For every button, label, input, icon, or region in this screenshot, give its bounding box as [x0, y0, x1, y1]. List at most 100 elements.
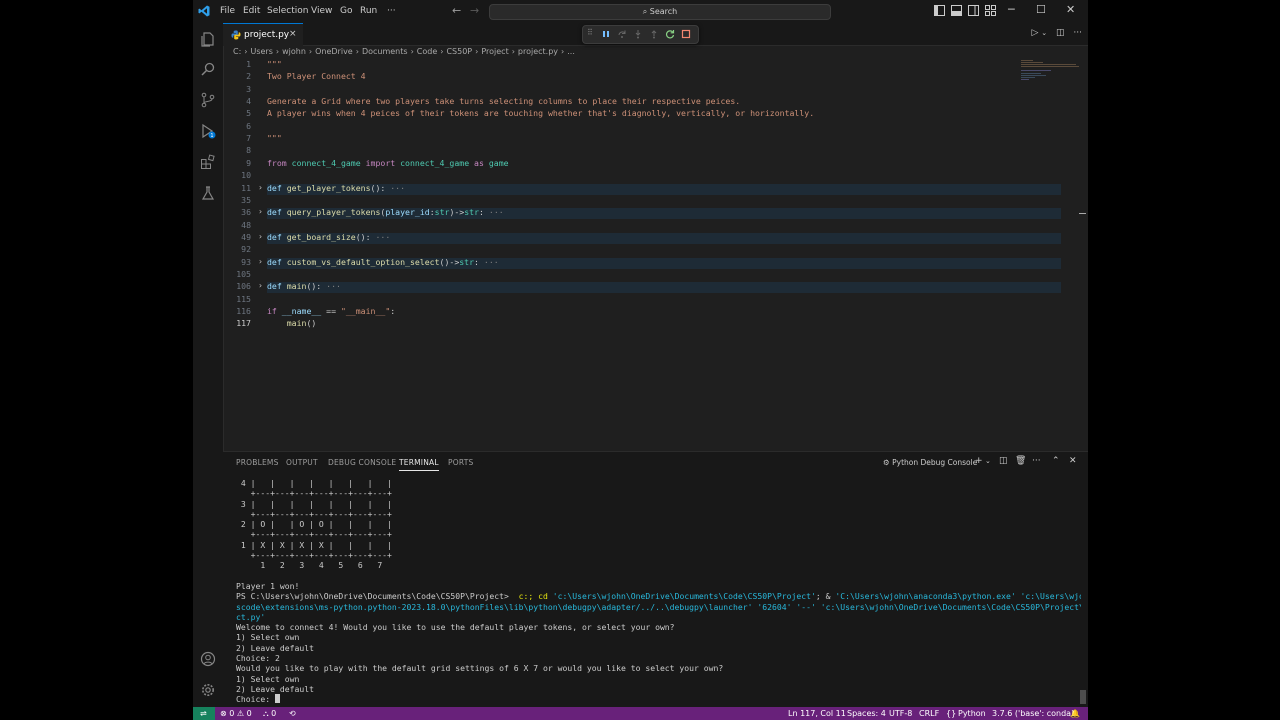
breadcrumb-segment[interactable]: Project — [481, 47, 508, 56]
python-file-icon — [231, 30, 241, 40]
code-line[interactable]: Generate a Grid where two players take t… — [267, 96, 740, 106]
terminal-output[interactable]: 4 | | | | | | | | +---+---+---+---+---+-… — [236, 478, 1081, 706]
tab-ports[interactable]: PORTS — [448, 458, 473, 467]
toggle-sidebar-icon[interactable] — [934, 5, 945, 16]
code-line[interactable]: def get_board_size(): ··· — [267, 232, 390, 242]
run-debug-icon[interactable]: 1 — [200, 123, 216, 139]
fold-chevron-icon[interactable]: › — [258, 183, 263, 192]
source-control-icon[interactable] — [200, 92, 216, 108]
pause-icon[interactable] — [601, 29, 611, 39]
stop-icon[interactable] — [681, 29, 691, 39]
explorer-icon[interactable] — [200, 31, 216, 47]
tab-problems[interactable]: PROBLEMS — [236, 458, 279, 467]
more-actions-icon[interactable]: ··· — [1032, 456, 1041, 466]
menu-go[interactable]: Go — [340, 6, 352, 16]
debug-icon[interactable]: ⟲ — [289, 709, 296, 718]
code-line[interactable]: def get_player_tokens(): ··· — [267, 183, 405, 193]
minimize-button[interactable]: ─ — [1008, 3, 1015, 16]
notifications-bell-icon[interactable]: 🔔 — [1070, 709, 1080, 718]
search-icon[interactable] — [200, 61, 216, 77]
testing-flask-icon[interactable] — [200, 185, 216, 201]
code-token: == — [321, 306, 341, 316]
new-terminal-plus-icon[interactable]: + — [975, 456, 983, 466]
more-actions-icon[interactable]: ··· — [1073, 28, 1082, 38]
close-tab-icon[interactable]: × — [289, 29, 297, 39]
cursor-position[interactable]: Ln 117, Col 11 — [788, 709, 846, 718]
fold-chevron-icon[interactable]: › — [258, 281, 263, 290]
menu-run[interactable]: Run — [360, 6, 377, 16]
maximize-panel-icon[interactable]: ⌃ — [1052, 456, 1060, 466]
minimap[interactable] — [1021, 60, 1081, 90]
breadcrumb-segment[interactable]: wjohn — [282, 47, 306, 56]
maximize-button[interactable]: ☐ — [1036, 3, 1046, 16]
breadcrumb-segment[interactable]: C: — [233, 47, 241, 56]
menu-view[interactable]: View — [311, 6, 332, 16]
extensions-icon[interactable] — [200, 154, 216, 170]
terminal-line: +---+---+---+---+---+---+---+ — [236, 488, 1081, 498]
terminal-selector[interactable]: ⚙ Python Debug Console — [883, 458, 977, 467]
breadcrumb-segment[interactable]: OneDrive — [315, 47, 353, 56]
breadcrumb-segment[interactable]: CS50P — [446, 47, 472, 56]
status-bar: ⇌ ⊗ 0 ⚠ 0 ⛬ 0 ⟲ Ln 117, Col 11 Spaces: 4… — [193, 707, 1088, 720]
code-line[interactable]: A player wins when 4 peices of their tok… — [267, 108, 814, 118]
code-line[interactable]: from connect_4_game import connect_4_gam… — [267, 158, 509, 168]
code-line[interactable]: def main(): ··· — [267, 281, 341, 291]
menu-selection[interactable]: Selection — [267, 6, 308, 16]
fold-chevron-icon[interactable]: › — [258, 207, 263, 216]
breadcrumb-segment[interactable]: project.py — [518, 47, 558, 56]
menu-file[interactable]: File — [220, 6, 235, 16]
breadcrumb-segment[interactable]: Users — [250, 47, 272, 56]
terminal-scrollbar[interactable] — [1080, 690, 1086, 704]
encoding[interactable]: UTF-8 — [889, 709, 912, 718]
line-number: 2 — [246, 71, 251, 82]
fold-chevron-icon[interactable]: › — [258, 232, 263, 241]
code-line[interactable]: def query_player_tokens(player_id:str)->… — [267, 207, 504, 217]
restart-icon[interactable] — [665, 29, 675, 39]
code-line[interactable]: """ — [267, 59, 282, 69]
back-arrow-icon[interactable]: ← — [452, 4, 461, 17]
run-play-icon[interactable]: ▷ — [1031, 28, 1038, 38]
problems-count[interactable]: ⊗ 0 ⚠ 0 — [220, 709, 252, 718]
code-line[interactable]: main() — [267, 318, 317, 328]
command-center-search[interactable]: ⌕ Search — [489, 4, 831, 20]
account-icon[interactable] — [200, 651, 216, 667]
chevron-down-icon[interactable]: ⌄ — [985, 457, 991, 465]
line-ending[interactable]: CRLF — [919, 709, 939, 718]
toggle-panel-icon[interactable] — [951, 5, 962, 16]
code-line[interactable]: Two Player Connect 4 — [267, 71, 366, 81]
tab-project-py[interactable]: project.py × — [223, 23, 303, 46]
toggle-secondary-sidebar-icon[interactable] — [968, 5, 979, 16]
close-window-button[interactable]: ✕ — [1066, 3, 1075, 16]
customize-layout-icon[interactable] — [985, 5, 996, 16]
settings-gear-icon[interactable] — [200, 682, 216, 698]
close-panel-icon[interactable]: ✕ — [1069, 456, 1077, 466]
split-terminal-icon[interactable]: ◫ — [999, 456, 1008, 466]
breadcrumb-segment[interactable]: Documents — [362, 47, 408, 56]
menu-more[interactable]: ··· — [387, 6, 396, 16]
indentation[interactable]: Spaces: 4 — [847, 709, 886, 718]
chevron-down-icon[interactable]: ⌄ — [1041, 29, 1047, 37]
language-mode[interactable]: Python — [958, 709, 986, 718]
breadcrumb-segment[interactable]: ... — [567, 47, 575, 56]
tab-debug-console[interactable]: DEBUG CONSOLE — [328, 458, 396, 467]
breadcrumb-segment[interactable]: Code — [417, 47, 437, 56]
split-editor-icon[interactable]: ◫ — [1056, 28, 1065, 38]
step-over-icon[interactable] — [617, 29, 627, 39]
step-into-icon[interactable] — [633, 29, 643, 39]
code-line[interactable]: if __name__ == "__main__": — [267, 306, 395, 316]
drag-handle-icon[interactable]: ⠿ — [587, 28, 597, 38]
ports-count[interactable]: ⛬ 0 — [263, 709, 276, 719]
fold-chevron-icon[interactable]: › — [258, 257, 263, 266]
step-out-icon[interactable] — [649, 29, 659, 39]
code-editor[interactable]: 1 """ 2 Two Player Connect 4 3 4 Generate a Gr… — [223, 59, 1088, 450]
menu-edit[interactable]: Edit — [243, 6, 260, 16]
tab-output[interactable]: OUTPUT — [286, 458, 318, 467]
python-interpreter[interactable]: 3.7.6 ('base': conda) — [992, 709, 1074, 718]
code-line[interactable]: def custom_vs_default_option_select()->s… — [267, 257, 499, 267]
forward-arrow-icon[interactable]: → — [470, 4, 479, 17]
trash-icon[interactable]: 🗑 — [1015, 456, 1026, 466]
code-line[interactable]: """ — [267, 133, 282, 143]
tab-terminal[interactable]: TERMINAL — [399, 458, 439, 471]
remote-indicator[interactable]: ⇌ — [193, 707, 215, 720]
terminal-text: 1 2 3 4 5 6 7 — [236, 560, 383, 571]
